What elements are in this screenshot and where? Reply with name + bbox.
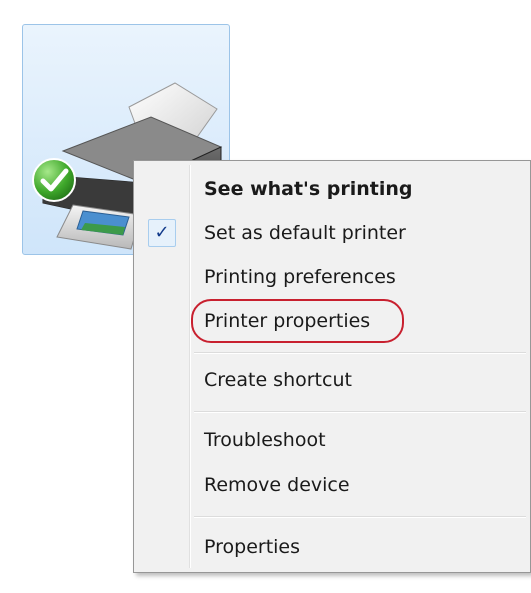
menu-item-label: Printing preferences — [204, 266, 396, 288]
menu-item-create-shortcut[interactable]: Create shortcut — [138, 359, 526, 401]
menu-item-troubleshoot[interactable]: Troubleshoot — [138, 419, 526, 461]
menu-item-label: Set as default printer — [204, 222, 406, 244]
menu-item-remove-device[interactable]: Remove device — [138, 464, 526, 506]
context-menu: See what's printing ✓ Set as default pri… — [133, 160, 531, 573]
menu-separator — [194, 352, 526, 354]
menu-item-label: Create shortcut — [204, 369, 352, 391]
menu-item-label: Remove device — [204, 474, 350, 496]
menu-item-label: See what's printing — [204, 178, 413, 200]
check-circle-icon — [32, 158, 76, 202]
menu-item-label: Troubleshoot — [204, 429, 326, 451]
checkmark-icon: ✓ — [148, 219, 176, 247]
highlight-annotation — [191, 299, 404, 343]
menu-separator — [194, 516, 526, 518]
menu-item-see-whats-printing[interactable]: See what's printing — [138, 168, 526, 210]
menu-item-printing-preferences[interactable]: Printing preferences — [138, 256, 526, 298]
menu-item-set-default-printer[interactable]: ✓ Set as default printer — [138, 212, 526, 254]
menu-item-label: Properties — [204, 536, 301, 558]
menu-separator — [194, 411, 526, 413]
menu-item-properties[interactable]: Properties — [138, 526, 526, 568]
